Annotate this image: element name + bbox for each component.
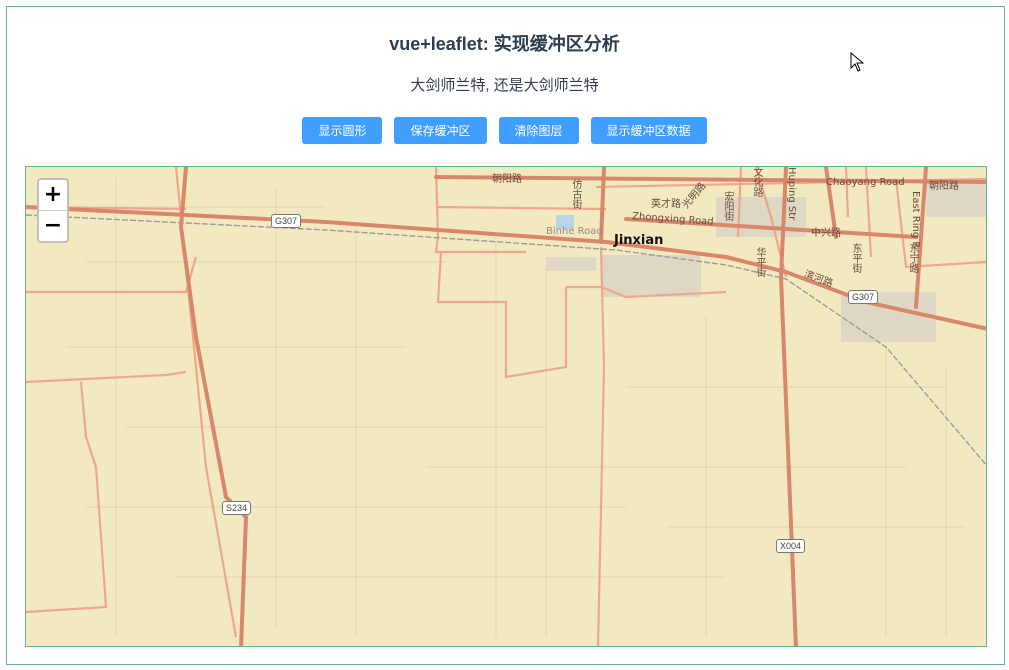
clear-layers-button[interactable]: 清除图层 xyxy=(498,117,579,144)
toolbar: 显示圆形 保存缓冲区 清除图层 显示缓冲区数据 xyxy=(0,117,1009,144)
route-shield-g307-east: G307 xyxy=(848,290,879,304)
route-shield-x004: X004 xyxy=(776,539,806,553)
road-label-wenhua: 文化路 xyxy=(751,167,762,197)
road-label-hongfu: 宏阳街 xyxy=(722,191,733,221)
show-buffer-data-button[interactable]: 显示缓冲区数据 xyxy=(590,117,707,144)
road-label-dongning: 东宁路 xyxy=(907,243,918,273)
road-label-chaoyang-west: 朝阳路 xyxy=(492,174,522,185)
zoom-out-button[interactable]: − xyxy=(39,211,67,241)
show-circle-button[interactable]: 显示圆形 xyxy=(302,117,383,144)
road-label-eastring: East Ring R xyxy=(910,191,921,249)
mouse-pointer-icon xyxy=(850,52,865,72)
road-label-dongping: 东平街 xyxy=(850,243,861,273)
map-tiles[interactable] xyxy=(26,167,987,647)
route-shield-g307-west: G307 xyxy=(271,214,302,228)
road-label-zhongxing-cn: 中兴路 xyxy=(811,228,841,239)
road-label-huaping: 华平街 xyxy=(754,247,765,277)
road-label-yingcai: 英才路 xyxy=(651,199,681,210)
land-area xyxy=(26,167,986,646)
road-label-chaoyang-cn: 朝阳路 xyxy=(929,181,959,192)
road-label-chaoyang-en: Chaoyang Road xyxy=(826,177,905,188)
save-buffer-button[interactable]: 保存缓冲区 xyxy=(394,117,487,144)
route-shield-s234: S234 xyxy=(222,501,252,515)
map-container[interactable]: Jinxian G307 G307 S234 X004 朝阳路 Chaoyang… xyxy=(25,166,987,647)
road-label-binhe-en: Binhe Road xyxy=(546,226,603,237)
zoom-control: + − xyxy=(37,178,69,243)
city-label: Jinxian xyxy=(614,233,664,248)
road-label-huaping-en: Huping Str xyxy=(786,167,797,221)
zoom-in-button[interactable]: + xyxy=(39,180,67,211)
road-label-fanggu: 仿古街 xyxy=(570,179,581,209)
page-subtitle: 大剑师兰特, 还是大剑师兰特 xyxy=(410,77,599,94)
